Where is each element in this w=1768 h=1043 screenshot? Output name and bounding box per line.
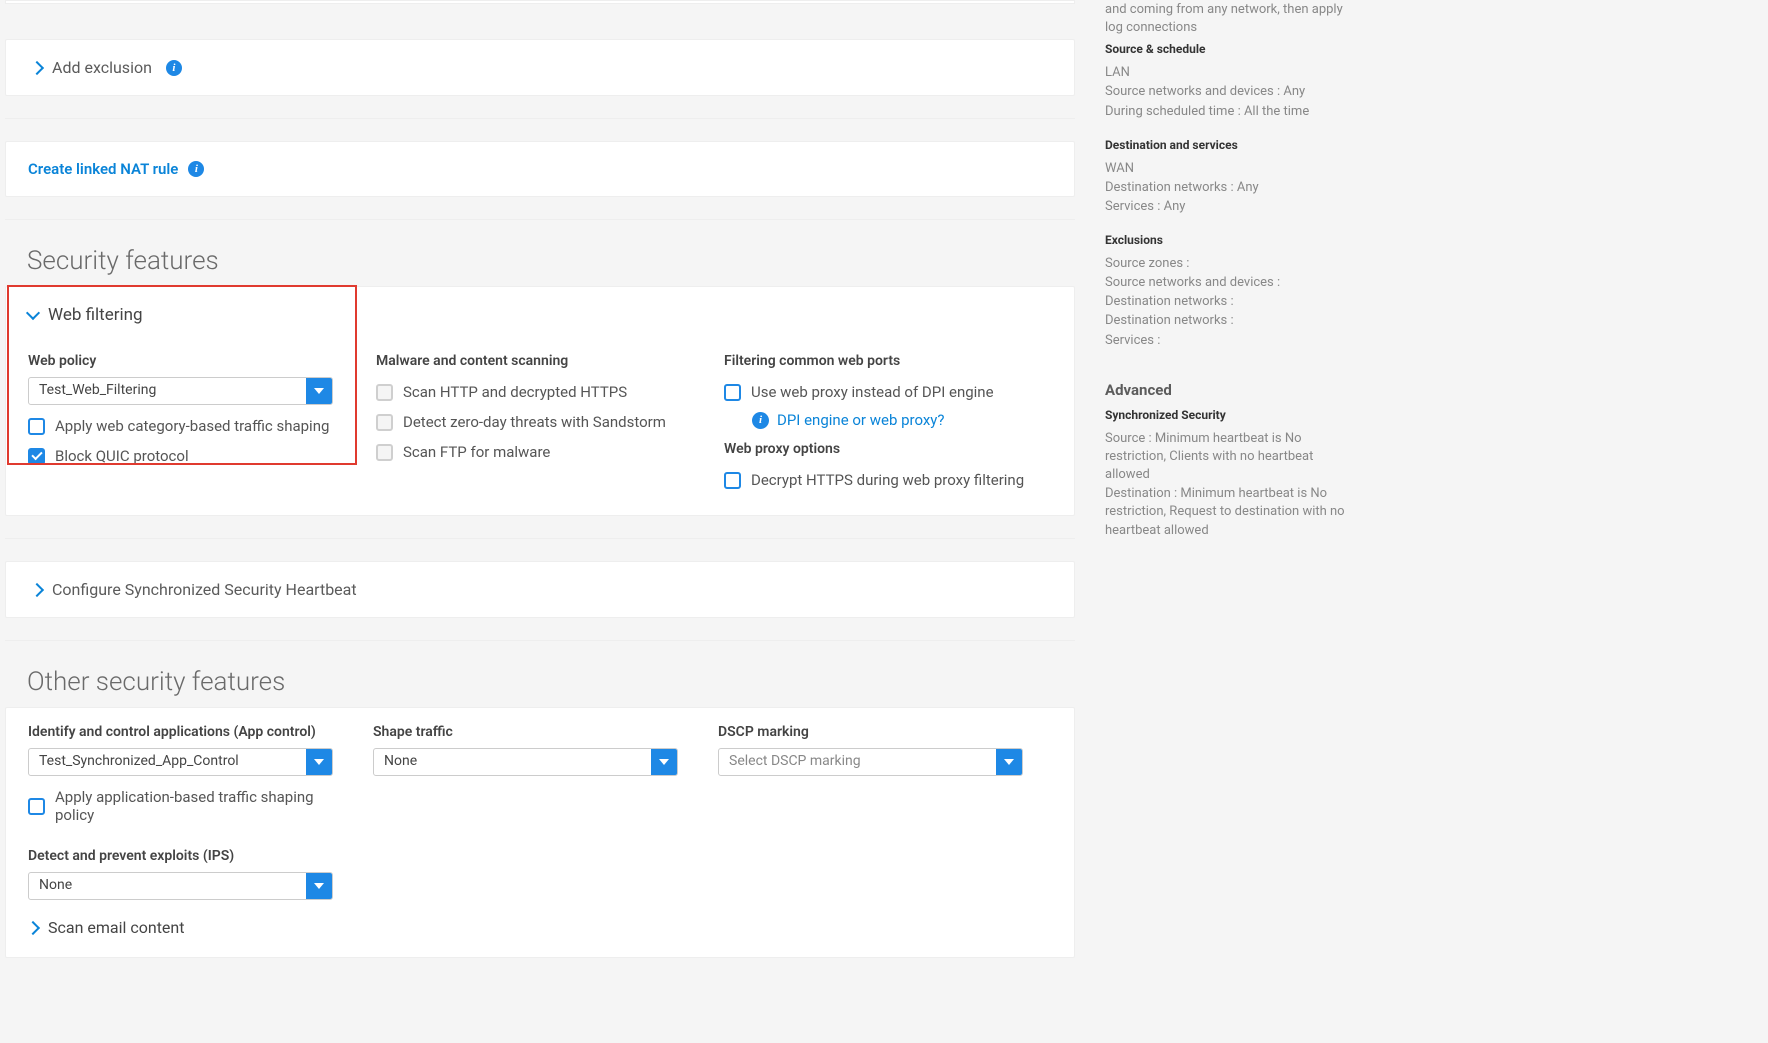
advanced-title: Advanced bbox=[1105, 380, 1355, 401]
shape-traffic-label: Shape traffic bbox=[373, 724, 678, 740]
chevron-right-icon bbox=[30, 60, 44, 74]
scan-email-row[interactable]: Scan email content bbox=[28, 918, 1052, 937]
use-proxy-checkbox[interactable] bbox=[724, 384, 741, 401]
malware-header: Malware and content scanning bbox=[376, 353, 704, 369]
web-filtering-panel: Web filtering Web policy Test_Web_Filter… bbox=[5, 286, 1075, 516]
source-schedule-title: Source & schedule bbox=[1105, 41, 1355, 58]
web-policy-value: Test_Web_Filtering bbox=[29, 378, 306, 404]
other-security-title: Other security features bbox=[5, 661, 1075, 707]
detect-zero-label: Detect zero-day threats with Sandstorm bbox=[403, 413, 666, 431]
sync-security-row[interactable]: Configure Synchronized Security Heartbea… bbox=[5, 561, 1075, 618]
chevron-right-icon bbox=[30, 582, 44, 596]
web-filtering-label: Web filtering bbox=[48, 305, 143, 325]
caret-down-icon bbox=[1004, 759, 1014, 765]
caret-down-icon bbox=[314, 759, 324, 765]
dropdown-button[interactable] bbox=[651, 749, 677, 775]
app-control-value: Test_Synchronized_App_Control bbox=[29, 749, 306, 775]
exclusions-services: Services : bbox=[1105, 332, 1355, 350]
web-policy-label: Web policy bbox=[28, 353, 356, 369]
apply-app-shaping-label: Apply application-based traffic shaping … bbox=[55, 788, 333, 824]
decrypt-https-checkbox[interactable] bbox=[724, 472, 741, 489]
block-quic-checkbox[interactable] bbox=[28, 448, 45, 465]
scan-http-checkbox[interactable] bbox=[376, 384, 393, 401]
sync-security-label: Configure Synchronized Security Heartbea… bbox=[52, 580, 357, 599]
dscp-select[interactable]: Select DSCP marking bbox=[718, 748, 1023, 776]
dpi-help-label: DPI engine or web proxy? bbox=[777, 411, 945, 429]
detect-zero-checkbox[interactable] bbox=[376, 414, 393, 431]
security-features-title: Security features bbox=[5, 240, 1075, 286]
dropdown-button[interactable] bbox=[306, 378, 332, 404]
shape-traffic-select[interactable]: None bbox=[373, 748, 678, 776]
ips-value: None bbox=[29, 873, 306, 899]
exclusions-destnet2: Destination networks : bbox=[1105, 312, 1355, 330]
dscp-label: DSCP marking bbox=[718, 724, 1023, 740]
dest-services-destnet: Destination networks : Any bbox=[1105, 179, 1355, 197]
chevron-right-icon bbox=[26, 920, 40, 934]
info-icon[interactable]: i bbox=[188, 161, 204, 177]
dpi-help-link[interactable]: i DPI engine or web proxy? bbox=[724, 407, 1052, 433]
sync-dest-line: Destination : Minimum heartbeat is No re… bbox=[1105, 485, 1355, 540]
exclusions-srczones: Source zones : bbox=[1105, 255, 1355, 273]
scan-ftp-label: Scan FTP for malware bbox=[403, 443, 550, 461]
web-filtering-header[interactable]: Web filtering bbox=[6, 287, 1074, 337]
dscp-placeholder: Select DSCP marking bbox=[719, 749, 996, 775]
apply-app-shaping-checkbox[interactable] bbox=[28, 798, 45, 815]
web-policy-select[interactable]: Test_Web_Filtering bbox=[28, 377, 333, 405]
sync-security-title: Synchronized Security bbox=[1105, 407, 1355, 424]
decrypt-https-label: Decrypt HTTPS during web proxy filtering bbox=[751, 471, 1024, 489]
webproxy-header: Web proxy options bbox=[724, 441, 1052, 457]
scan-ftp-checkbox[interactable] bbox=[376, 444, 393, 461]
exclusions-srcnet: Source networks and devices : bbox=[1105, 274, 1355, 292]
add-exclusion-label: Add exclusion bbox=[52, 58, 152, 77]
source-schedule-during: During scheduled time : All the time bbox=[1105, 103, 1355, 121]
caret-down-icon bbox=[314, 883, 324, 889]
dropdown-button[interactable] bbox=[996, 749, 1022, 775]
dest-services-wan: WAN bbox=[1105, 160, 1355, 178]
use-proxy-label: Use web proxy instead of DPI engine bbox=[751, 383, 994, 401]
chevron-down-icon bbox=[26, 306, 40, 320]
sync-source-line: Source : Minimum heartbeat is No restric… bbox=[1105, 430, 1355, 485]
add-exclusion-row[interactable]: Add exclusion i bbox=[5, 39, 1075, 96]
scan-email-label: Scan email content bbox=[48, 918, 184, 937]
source-schedule-srcnet: Source networks and devices : Any bbox=[1105, 83, 1355, 101]
apply-category-label: Apply web category-based traffic shaping bbox=[55, 417, 329, 435]
exclusions-destnet1: Destination networks : bbox=[1105, 293, 1355, 311]
ips-select[interactable]: None bbox=[28, 872, 333, 900]
info-icon[interactable]: i bbox=[166, 60, 182, 76]
dropdown-button[interactable] bbox=[306, 749, 332, 775]
info-icon: i bbox=[752, 412, 769, 429]
app-control-select[interactable]: Test_Synchronized_App_Control bbox=[28, 748, 333, 776]
filtering-header: Filtering common web ports bbox=[724, 353, 1052, 369]
summary-sidebar: and coming from any network, then apply … bbox=[1075, 0, 1375, 1043]
source-schedule-lan: LAN bbox=[1105, 64, 1355, 82]
ips-label: Detect and prevent exploits (IPS) bbox=[28, 848, 1052, 864]
app-control-label: Identify and control applications (App c… bbox=[28, 724, 333, 740]
dest-services-title: Destination and services bbox=[1105, 137, 1355, 154]
exclusions-title: Exclusions bbox=[1105, 232, 1355, 249]
create-nat-link[interactable]: Create linked NAT rule i bbox=[5, 141, 1075, 197]
caret-down-icon bbox=[659, 759, 669, 765]
block-quic-label: Block QUIC protocol bbox=[55, 447, 189, 465]
dropdown-button[interactable] bbox=[306, 873, 332, 899]
create-nat-label: Create linked NAT rule bbox=[28, 160, 178, 178]
shape-traffic-value: None bbox=[374, 749, 651, 775]
dest-services-services: Services : Any bbox=[1105, 198, 1355, 216]
apply-category-checkbox[interactable] bbox=[28, 418, 45, 435]
sidebar-intro: and coming from any network, then apply … bbox=[1105, 1, 1355, 37]
scan-http-label: Scan HTTP and decrypted HTTPS bbox=[403, 383, 627, 401]
other-security-panel: Identify and control applications (App c… bbox=[5, 707, 1075, 958]
caret-down-icon bbox=[314, 388, 324, 394]
